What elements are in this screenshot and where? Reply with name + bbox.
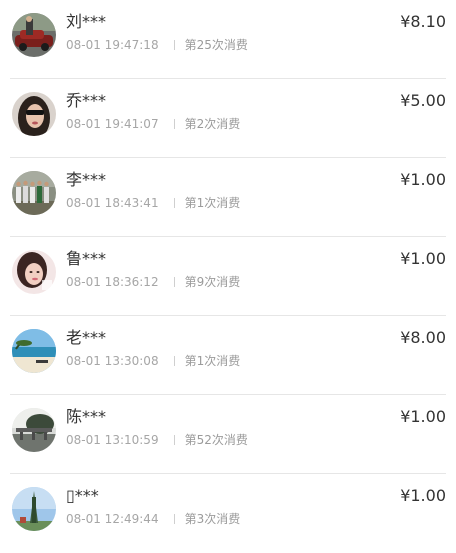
customer-name: 鲁*** (66, 249, 107, 268)
visit-count: 第3次消费 (184, 512, 241, 526)
woman-sunglasses-photo-icon (12, 92, 56, 136)
visit-count: 第9次消费 (184, 275, 241, 289)
record-meta: 08-01 18:36:12 第9次消费 (66, 274, 240, 290)
visit-count: 第2次消费 (184, 117, 241, 131)
meta-divider (173, 119, 175, 129)
customer-name: 刘*** (66, 12, 107, 31)
visit-count: 第52次消费 (184, 433, 248, 447)
list-item[interactable]: ▯*** 08-01 12:49:44 第3次消费 ¥1.00 (0, 474, 456, 553)
payment-amount: ¥1.00 (400, 170, 446, 189)
record-time: 08-01 13:10:59 (66, 433, 159, 447)
payment-amount: ¥1.00 (400, 407, 446, 426)
meta-divider (173, 277, 175, 287)
customer-name: 老*** (66, 328, 107, 347)
meta-divider (173, 356, 175, 366)
meta-divider (173, 514, 175, 524)
record-time: 08-01 19:47:18 (66, 38, 159, 52)
record-meta: 08-01 18:43:41 第1次消费 (66, 195, 240, 211)
customer-name: 乔*** (66, 91, 107, 110)
record-meta: 08-01 19:47:18 第25次消费 (66, 37, 248, 53)
list-item[interactable]: 鲁*** 08-01 18:36:12 第9次消费 ¥1.00 (0, 237, 456, 316)
list-item[interactable]: 刘*** 08-01 19:47:18 第25次消费 ¥8.10 (0, 0, 456, 79)
car-photo-icon (12, 13, 56, 57)
record-time: 08-01 18:36:12 (66, 275, 159, 289)
list-item[interactable]: 李*** 08-01 18:43:41 第1次消费 ¥1.00 (0, 158, 456, 237)
consumption-record-list: 刘*** 08-01 19:47:18 第25次消费 ¥8.10 乔*** 08-… (0, 0, 456, 536)
record-time: 08-01 12:49:44 (66, 512, 159, 526)
visit-count: 第1次消费 (184, 354, 241, 368)
payment-amount: ¥8.10 (400, 12, 446, 31)
visit-count: 第1次消费 (184, 196, 241, 210)
customer-name: ▯*** (66, 486, 99, 505)
record-meta: 08-01 12:49:44 第3次消费 (66, 511, 240, 527)
payment-amount: ¥5.00 (400, 91, 446, 110)
record-meta: 08-01 13:30:08 第1次消费 (66, 353, 240, 369)
list-item[interactable]: 老*** 08-01 13:30:08 第1次消费 ¥8.00 (0, 316, 456, 395)
record-meta: 08-01 13:10:59 第52次消费 (66, 432, 248, 448)
beach-photo-icon (12, 329, 56, 373)
meta-divider (173, 198, 175, 208)
list-item[interactable]: 乔*** 08-01 19:41:07 第2次消费 ¥5.00 (0, 79, 456, 158)
payment-amount: ¥1.00 (400, 486, 446, 505)
record-time: 08-01 13:30:08 (66, 354, 159, 368)
meta-divider (173, 40, 175, 50)
payment-amount: ¥8.00 (400, 328, 446, 347)
payment-amount: ¥1.00 (400, 249, 446, 268)
meta-divider (173, 435, 175, 445)
record-meta: 08-01 19:41:07 第2次消费 (66, 116, 240, 132)
tower-photo-icon (12, 487, 56, 531)
record-time: 08-01 19:41:07 (66, 117, 159, 131)
customer-name: 陈*** (66, 407, 107, 426)
girl-portrait-icon (12, 250, 56, 294)
group-photo-icon (12, 171, 56, 215)
bridge-photo-icon (12, 408, 56, 452)
record-time: 08-01 18:43:41 (66, 196, 159, 210)
visit-count: 第25次消费 (184, 38, 248, 52)
list-item[interactable]: 陈*** 08-01 13:10:59 第52次消费 ¥1.00 (0, 395, 456, 474)
customer-name: 李*** (66, 170, 107, 189)
